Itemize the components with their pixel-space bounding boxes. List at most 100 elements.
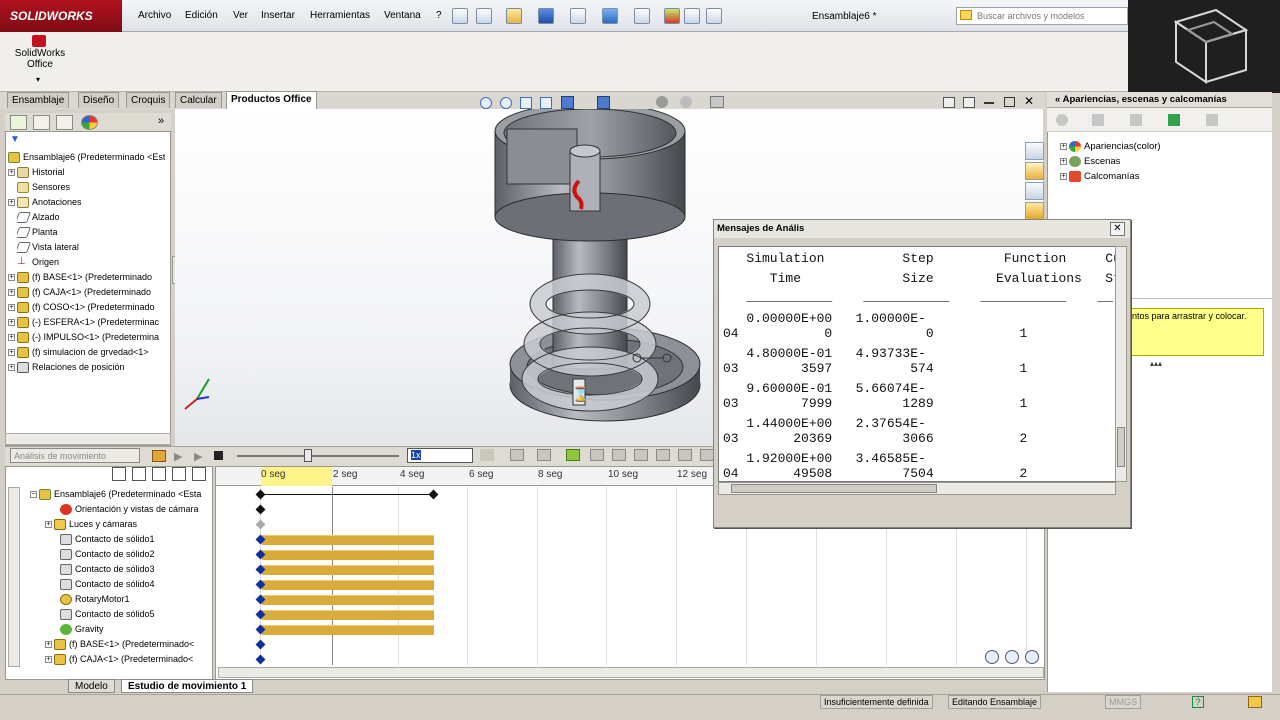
filter-icon[interactable]: ▼ bbox=[10, 134, 20, 145]
solidworks-office-icon[interactable] bbox=[32, 35, 46, 47]
menu-ver[interactable]: Ver bbox=[233, 10, 248, 21]
tree-item-historial[interactable]: + Historial bbox=[8, 165, 65, 180]
tree-item-vista-lateral[interactable]: Vista lateral bbox=[17, 240, 79, 255]
design-library-icon[interactable] bbox=[1025, 142, 1044, 160]
expand-icon[interactable]: + bbox=[8, 169, 15, 177]
dialog-horizontal-scrollbar[interactable] bbox=[718, 482, 1116, 495]
contact-1-bar[interactable] bbox=[262, 535, 434, 545]
solidworks-office-button[interactable]: SolidWorks Office bbox=[10, 48, 70, 70]
add-location-icon[interactable] bbox=[1130, 114, 1142, 126]
close-icon[interactable]: ✕ bbox=[1024, 94, 1034, 108]
task-item-apariencias[interactable]: + Apariencias(color) bbox=[1060, 139, 1161, 154]
help-icon[interactable]: ? bbox=[1192, 696, 1204, 708]
appearance-tab-icon[interactable] bbox=[81, 115, 98, 130]
time-bar[interactable] bbox=[332, 487, 333, 665]
zoom-to-fit-timeline-icon[interactable] bbox=[985, 650, 999, 664]
filter-selected-icon[interactable] bbox=[152, 467, 166, 481]
animation-wizard-icon[interactable] bbox=[537, 449, 551, 461]
print-icon[interactable] bbox=[570, 8, 586, 24]
spring-icon[interactable] bbox=[634, 449, 648, 461]
rotary-motor-bar[interactable] bbox=[262, 595, 434, 605]
section-view-icon[interactable] bbox=[540, 97, 552, 109]
tree-item-base[interactable]: + (f) BASE<1> (Predeterminado bbox=[8, 270, 152, 285]
dialog-vertical-scrollbar[interactable] bbox=[1115, 246, 1127, 482]
menu-help[interactable]: ? bbox=[436, 10, 442, 21]
view-orientation-icon[interactable] bbox=[561, 96, 574, 109]
task-item-calcomanias[interactable]: + Calcomanías bbox=[1060, 169, 1139, 184]
tree-item-origen[interactable]: ⊥ Origen bbox=[17, 255, 59, 270]
tree-item-coso[interactable]: + (f) COSO<1> (Predeterminado bbox=[8, 300, 155, 315]
previous-view-icon[interactable] bbox=[520, 97, 532, 109]
motion-item-caja[interactable]: + (f) CAJA<1> (Predeterminado< bbox=[45, 652, 193, 667]
contact-5-bar[interactable] bbox=[262, 610, 434, 620]
motion-item-lights[interactable]: + Luces y cámaras bbox=[45, 517, 137, 532]
collapse-icon[interactable]: − bbox=[30, 491, 37, 499]
motion-item-contact-3[interactable]: Contacto de sólido3 bbox=[60, 562, 155, 577]
chevron-down-icon[interactable]: ▾ bbox=[36, 75, 40, 84]
playback-mode-icon[interactable] bbox=[480, 449, 494, 461]
options-icon[interactable] bbox=[706, 8, 722, 24]
expand-icon[interactable]: + bbox=[45, 521, 52, 529]
damper-icon[interactable] bbox=[656, 449, 670, 461]
tree-item-planta[interactable]: Planta bbox=[17, 225, 58, 240]
add-key-icon[interactable] bbox=[590, 449, 604, 461]
tab-productos-office[interactable]: Productos Office bbox=[226, 91, 317, 109]
expand-icon[interactable]: + bbox=[1060, 172, 1067, 180]
playback-slider-thumb[interactable] bbox=[304, 449, 312, 462]
rebuild-status-icon[interactable] bbox=[1248, 696, 1262, 708]
motion-item-camera[interactable]: Orientación y vistas de cámara bbox=[60, 502, 199, 517]
viewport-link-icon[interactable] bbox=[963, 97, 975, 108]
tab-calcular[interactable]: Calcular bbox=[175, 92, 222, 108]
status-units[interactable]: MMGS bbox=[1105, 695, 1141, 709]
tree-item-alzado[interactable]: Alzado bbox=[17, 210, 60, 225]
filter-animated-icon[interactable] bbox=[112, 467, 126, 481]
configuration-manager-tab-icon[interactable] bbox=[56, 115, 73, 130]
calculate-icon[interactable] bbox=[152, 450, 166, 462]
viewport-split-icon[interactable] bbox=[943, 97, 955, 108]
minimize-icon[interactable] bbox=[984, 102, 994, 104]
motion-tree-scrollbar[interactable] bbox=[8, 487, 20, 667]
expand-panel-icon[interactable]: » bbox=[158, 115, 164, 127]
display-style-icon[interactable] bbox=[597, 96, 610, 109]
tab-estudio-movimiento[interactable]: Estudio de movimiento 1 bbox=[121, 679, 254, 693]
zoom-to-area-icon[interactable] bbox=[500, 97, 512, 109]
zoom-in-timeline-icon[interactable] bbox=[1005, 650, 1019, 664]
contact-4-bar[interactable] bbox=[262, 580, 434, 590]
autokey-icon[interactable] bbox=[566, 449, 580, 461]
file-explorer-icon[interactable] bbox=[1025, 182, 1044, 200]
scroll-thumb[interactable] bbox=[1117, 427, 1125, 467]
play-icon[interactable]: ▶ bbox=[194, 450, 202, 463]
contact-icon[interactable] bbox=[700, 449, 714, 461]
edit-appearance-icon[interactable] bbox=[680, 96, 692, 108]
filter-driving-icon[interactable] bbox=[132, 467, 146, 481]
motion-item-base[interactable]: + (f) BASE<1> (Predeterminado< bbox=[45, 637, 194, 652]
motion-item-gravity[interactable]: Gravity bbox=[60, 622, 104, 637]
play-from-start-icon[interactable]: ▶ bbox=[174, 450, 182, 463]
contact-3-bar[interactable] bbox=[262, 565, 434, 575]
scroll-thumb[interactable] bbox=[731, 484, 937, 493]
expand-icon[interactable]: + bbox=[8, 199, 15, 207]
filter-autofit-icon[interactable] bbox=[192, 467, 206, 481]
contact-2-bar[interactable] bbox=[262, 550, 434, 560]
save-icon[interactable] bbox=[538, 8, 554, 24]
menu-herramientas[interactable]: Herramientas bbox=[310, 10, 370, 21]
motion-item-rotary-motor[interactable]: RotaryMotor1 bbox=[60, 592, 130, 607]
tree-horizontal-scrollbar[interactable] bbox=[5, 433, 171, 445]
open-folder-icon[interactable] bbox=[506, 8, 522, 24]
expand-icon[interactable]: + bbox=[8, 349, 15, 357]
back-icon[interactable] bbox=[1056, 114, 1068, 126]
menu-insertar[interactable]: Insertar bbox=[261, 10, 295, 21]
menu-archivo[interactable]: Archivo bbox=[138, 10, 171, 21]
tree-item-impulso[interactable]: + (-) IMPULSO<1> (Predetermina bbox=[8, 330, 159, 345]
motion-item-contact-5[interactable]: Contacto de sólido5 bbox=[60, 607, 155, 622]
pin-icon[interactable] bbox=[452, 8, 468, 24]
file-properties-icon[interactable] bbox=[684, 8, 700, 24]
rebuild-icon[interactable] bbox=[664, 8, 680, 24]
tab-modelo[interactable]: Modelo bbox=[68, 679, 115, 693]
tree-item-sensores[interactable]: Sensores bbox=[17, 180, 70, 195]
tree-item-anotaciones[interactable]: + Anotaciones bbox=[8, 195, 82, 210]
feature-manager-tab-icon[interactable] bbox=[10, 115, 27, 130]
expand-icon[interactable]: + bbox=[8, 334, 15, 342]
study-type-select[interactable]: Análisis de movimiento bbox=[10, 448, 140, 463]
stop-icon[interactable] bbox=[214, 451, 223, 460]
